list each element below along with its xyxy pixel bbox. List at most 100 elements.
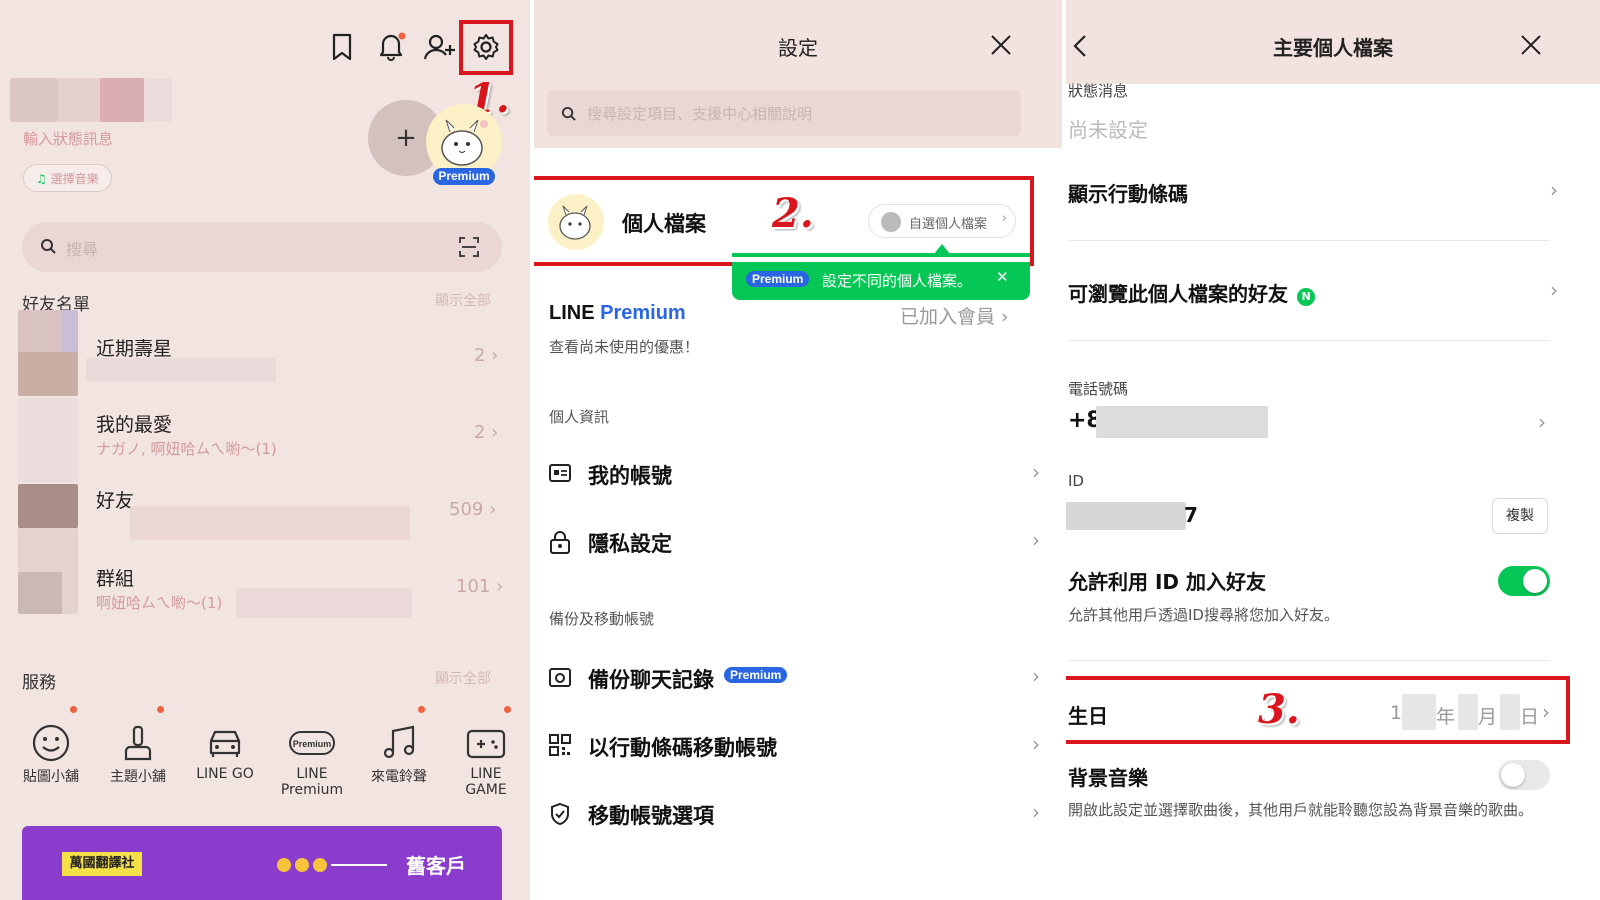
group-title[interactable]: 近期壽星 [96,334,172,361]
bookmark-icon[interactable] [328,32,356,62]
scan-icon[interactable] [458,236,480,258]
group-title[interactable]: 群組 [96,564,134,591]
toggle-knob [1501,763,1525,787]
group-subtitle: 啊妞哈ㄙㄟ喲～(1) [96,594,223,612]
premium-subtitle: 查看尚未使用的優惠！ [549,338,700,356]
privacy-label: 隱私設定 [588,532,672,556]
id-value: 7 [1184,503,1198,527]
service-label: LINE GAME [465,766,507,798]
settings-search-bar[interactable]: 搜尋設定項目、支援中心相關說明 [547,90,1021,136]
tooltip-close-icon[interactable]: ✕ [996,268,1009,286]
move-options-label: 移動帳號選項 [588,804,714,828]
close-icon[interactable] [1520,34,1542,56]
copy-button[interactable]: 複製 [1492,498,1548,534]
move-qr-label: 以行動條碼移動帳號 [588,736,777,760]
group-title[interactable]: 我的最愛 [96,410,172,437]
backup-icon [549,666,571,688]
search-input[interactable]: 搜尋 [66,236,98,260]
allow-id-toggle[interactable] [1498,566,1550,596]
add-friend-icon[interactable] [423,32,457,62]
status-label: 狀態消息 [1068,82,1129,100]
service-ringtone[interactable]: 來電鈴聲 [354,720,444,786]
show-qr-row[interactable]: 顯示行動條碼 › [1068,178,1558,208]
toggle-knob [1523,569,1547,593]
group-count[interactable]: 2 › [474,422,498,443]
move-qr-row[interactable]: 以行動條碼移動帳號 › [534,716,1062,776]
svg-text:Premium: Premium [293,739,332,749]
friends-show-all[interactable]: 顯示全部 [435,290,491,310]
group-count[interactable]: 509 › [449,499,496,520]
premium-badge: Premium [433,168,495,185]
plus-icon: + [395,123,417,153]
count-value: 2 [474,345,486,366]
divider [1068,240,1550,241]
count-value: 2 [474,422,486,443]
count-value: 101 [456,576,491,597]
friends-view-row[interactable]: 可瀏覽此個人檔案的好友 N › [1068,278,1558,308]
chevron-right-icon: › [1032,460,1040,484]
tooltip-line [732,253,1030,257]
line-word: LINE [549,302,595,324]
count-value: 509 [449,499,484,520]
bell-icon[interactable] [375,30,407,62]
main-profile-panel: 主要個人檔案 狀態消息 尚未設定 顯示行動條碼 › 可瀏覽此個人檔案的好友 N … [1066,0,1600,900]
chevron-right-icon: › [1032,528,1040,552]
service-theme-shop[interactable]: 主題小舖 [93,720,183,786]
line-premium-title[interactable]: LINE Premium [549,302,686,325]
service-label: 來電鈴聲 [371,769,427,785]
settings-title: 設定 [778,36,818,60]
divider [1068,660,1550,661]
services-section-title: 服務 [22,673,56,693]
step-marker-2: 2. [772,190,814,237]
service-label: LINE GO [196,766,254,782]
services-show-all[interactable]: 顯示全部 [435,668,491,688]
status-value[interactable]: 尚未設定 [1068,114,1148,143]
bg-music-label: 背景音樂 [1068,766,1148,790]
smiley-icon [6,720,96,766]
promo-banner[interactable]: 萬國翻譯社 舊客戶 [22,826,502,900]
group-subtitle: ナガノ, 啊妞哈ㄙㄟ喲～(1) [96,440,277,458]
bg-music-description: 開啟此設定並選擇歌曲後，其他用戶就能聆聽您設為背景音樂的歌曲。 [1068,801,1534,819]
backup-chat-row[interactable]: 備份聊天記錄 Premium › [534,648,1062,708]
section-personal: 個人資訊 [549,408,610,426]
choose-music-button[interactable]: ♫ 選擇音樂 [23,164,112,192]
premium-status[interactable]: 已加入會員 › [900,302,1009,329]
backup-chat-label: 備份聊天記錄 [588,668,714,692]
service-line-go[interactable]: LINE GO [180,720,270,782]
chevron-right-icon: › [1550,178,1558,202]
bg-music-toggle[interactable] [1498,760,1550,790]
service-label: LINE Premium [280,766,344,798]
banner-dots [277,858,387,872]
premium-badge: Premium [724,667,788,683]
tooltip-arrow [934,244,950,254]
status-placeholder[interactable]: 輸入狀態訊息 [23,128,113,149]
back-icon[interactable] [1072,34,1088,58]
service-line-premium[interactable]: Premium LINE Premium [267,720,357,798]
step-marker-3: 3. [1258,686,1300,733]
chevron-right-icon[interactable]: › [1538,410,1546,434]
group-count[interactable]: 101 › [456,576,503,597]
search-bar[interactable]: 搜尋 [22,222,502,272]
close-icon[interactable] [990,34,1012,56]
privacy-row[interactable]: 隱私設定 › [534,512,1062,572]
qr-code-icon [549,734,571,756]
service-sticker-shop[interactable]: 貼圖小舖 [6,720,96,786]
gear-highlight-box [459,20,513,75]
move-options-row[interactable]: 移動帳號選項 › [534,784,1062,844]
brush-icon [93,720,183,766]
tooltip-text: 設定不同的個人檔案。 [822,272,973,290]
banner-text: 舊客戶 [406,854,466,878]
car-icon [180,720,270,766]
search-icon [561,106,576,121]
service-label: 貼圖小舖 [23,769,79,785]
group-count[interactable]: 2 › [474,345,498,366]
premium-word: Premium [600,302,686,324]
settings-search-input[interactable]: 搜尋設定項目、支援中心相關說明 [587,103,812,124]
divider [1068,340,1550,341]
my-account-row[interactable]: 我的帳號 › [534,444,1062,504]
home-panel: 1. 輸入狀態訊息 ♫ 選擇音樂 + Premium 搜尋 好友名單 顯示全部 … [0,0,530,900]
id-label: ID [1068,472,1084,490]
allow-id-label: 允許利用 ID 加入好友 [1068,570,1266,594]
group-title[interactable]: 好友 [96,486,134,513]
service-line-game[interactable]: LINE GAME [441,720,530,798]
